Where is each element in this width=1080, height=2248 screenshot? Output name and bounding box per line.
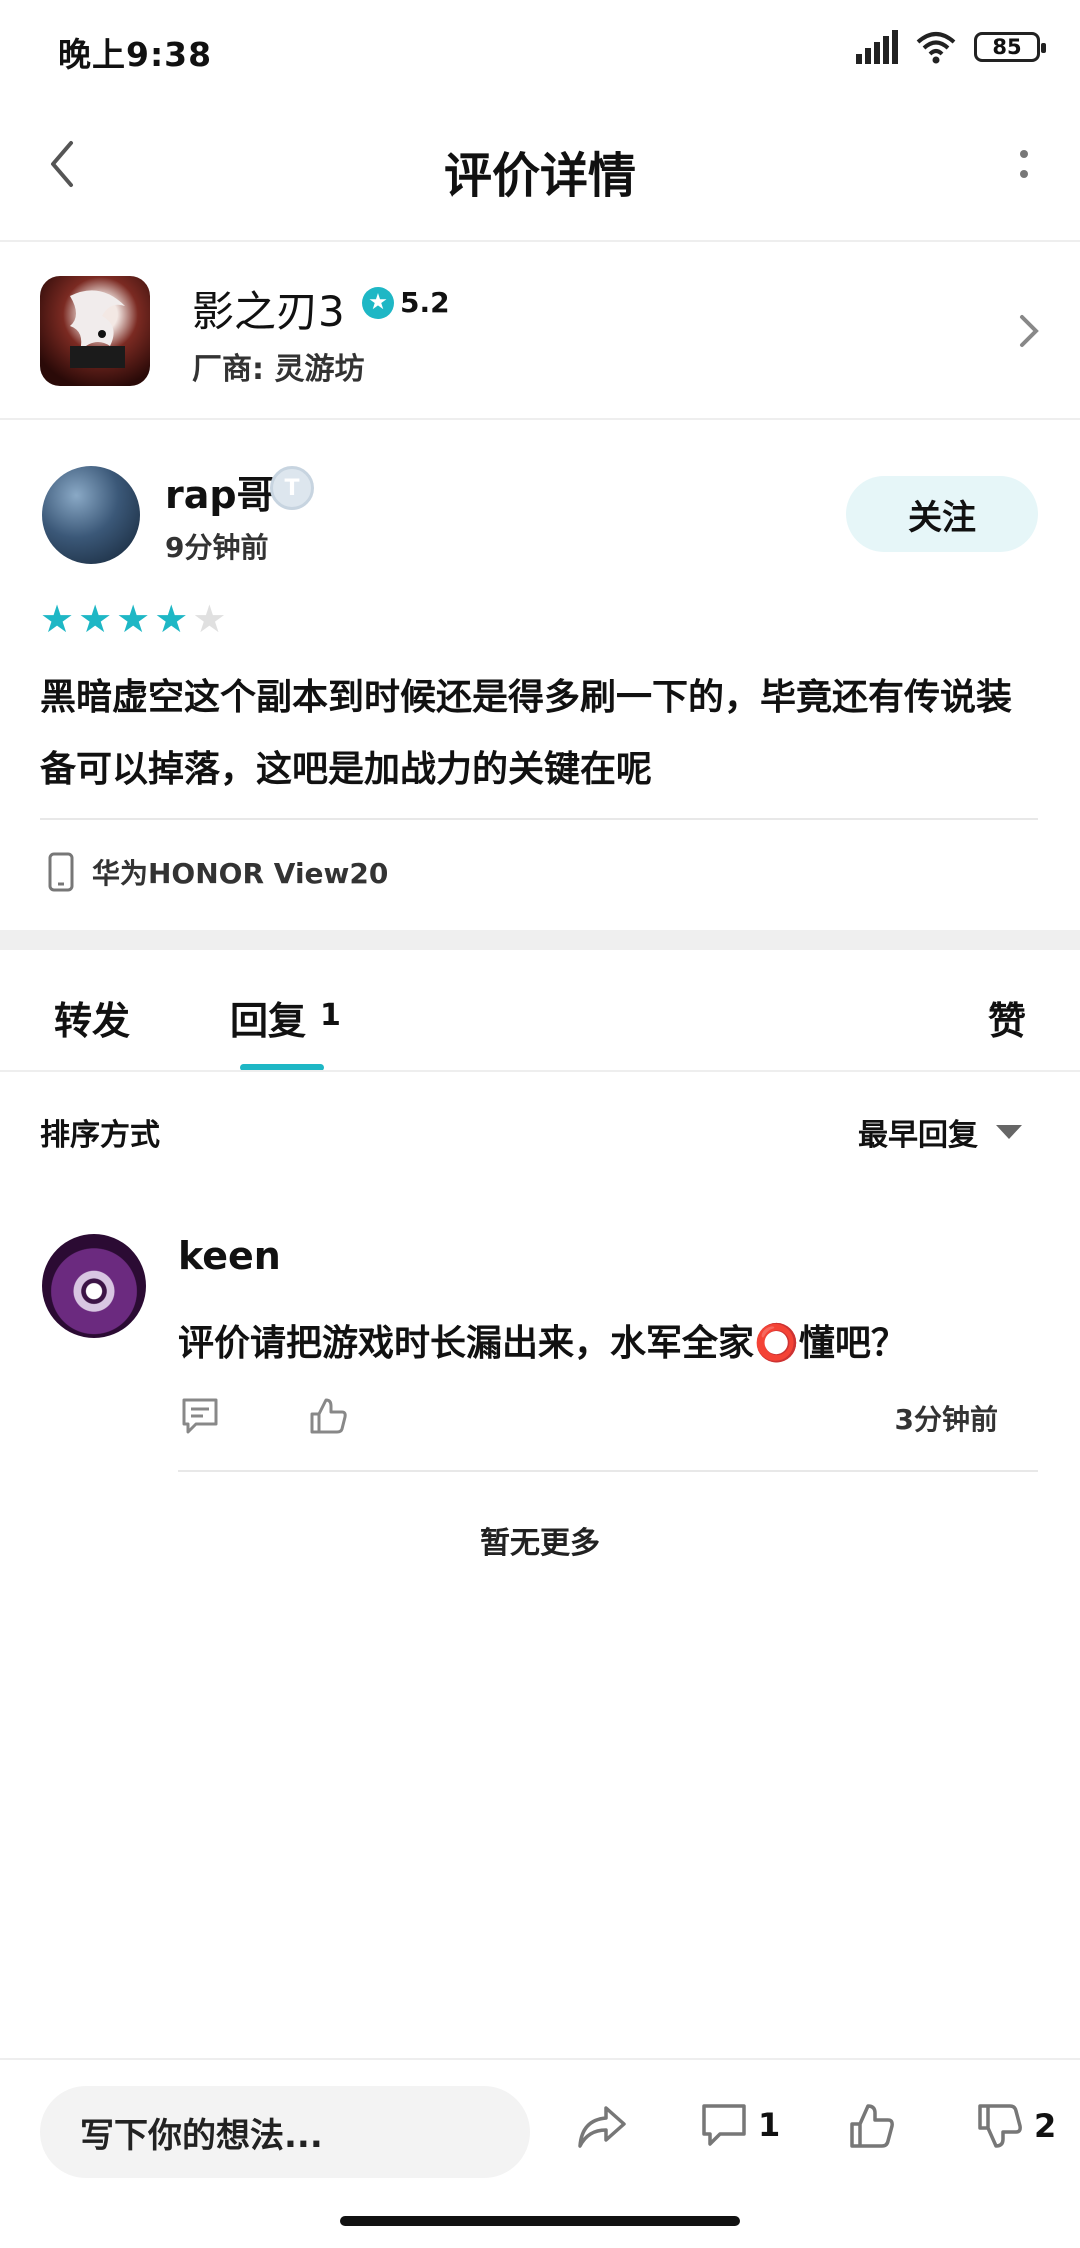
share-button[interactable] — [574, 2102, 628, 2152]
share-icon — [578, 2106, 626, 2148]
more-options-button[interactable] — [994, 134, 1054, 194]
review-text: 黑暗虚空这个副本到时候还是得多刷一下的，毕竟还有传说装备可以掉落，这吧是加战力的… — [40, 677, 1013, 790]
thumbs-down-icon — [978, 2104, 1022, 2148]
star-filled-icon: ★ — [116, 597, 151, 641]
dislike-button[interactable]: 2 — [976, 2102, 1056, 2150]
chevron-down-icon — [996, 1125, 1022, 1139]
rating-value: 5.2 — [400, 286, 450, 319]
device-label: 华为HONOR View20 — [92, 857, 389, 890]
page-title: 评价详情 — [443, 148, 636, 204]
bottom-action-bar: 写下你的想法... 1 2 — [0, 2058, 1080, 2208]
tab-reply-count: 1 — [320, 998, 341, 1033]
dislike-count: 2 — [1034, 2107, 1057, 2145]
reply-time: 3分钟前 — [894, 1403, 998, 1436]
star-rating: ★ ★ ★ ★ ★ — [40, 600, 226, 638]
tab-reply[interactable]: 回复 — [230, 990, 306, 1045]
star-filled-icon: ★ — [78, 597, 113, 641]
no-more-text: 暂无更多 — [480, 1526, 600, 1561]
phone-icon — [48, 852, 74, 892]
app-header: 评价详情 — [0, 100, 1080, 242]
divider — [0, 1070, 1080, 1072]
comment-icon — [702, 2104, 746, 2146]
sort-dropdown[interactable]: 最早回复 — [858, 1110, 1022, 1154]
chevron-right-icon — [1004, 306, 1054, 356]
star-icon: ★ — [362, 286, 394, 319]
like-button[interactable] — [848, 2102, 896, 2150]
game-vendor: 厂商: 灵游坊 — [192, 352, 365, 387]
thumbs-up-icon — [850, 2104, 894, 2148]
star-filled-icon: ★ — [40, 597, 75, 641]
sort-label: 排序方式 — [40, 1118, 160, 1153]
section-separator — [0, 930, 1080, 950]
thumbs-up-icon[interactable] — [306, 1394, 350, 1438]
review-username[interactable]: rap哥 — [165, 464, 275, 519]
star-filled-icon: ★ — [154, 597, 189, 641]
status-time: 晚上9:38 — [58, 35, 213, 74]
game-card[interactable]: 影之刃3 ★ 5.2 厂商: 灵游坊 — [0, 244, 1080, 420]
reply-text: 评价请把游戏时长漏出来，水军全家⭕懂吧？ — [178, 1323, 907, 1364]
wifi-icon — [916, 32, 956, 64]
battery-icon: 85 — [974, 32, 1046, 62]
comment-count: 1 — [758, 2106, 781, 2144]
status-icons: 85 — [856, 30, 1046, 64]
battery-level: 85 — [992, 35, 1022, 59]
tab-forward[interactable]: 转发 — [54, 990, 130, 1045]
follow-button[interactable]: 关注 — [846, 476, 1038, 552]
level-badge: T — [270, 466, 314, 510]
reply-username[interactable]: keen — [178, 1234, 281, 1278]
comment-count-button[interactable]: 1 — [700, 2102, 780, 2148]
game-icon — [40, 276, 150, 386]
comment-input[interactable]: 写下你的想法... — [40, 2086, 530, 2178]
game-name: 影之刃3 — [192, 287, 345, 336]
star-empty-icon: ★ — [192, 597, 227, 641]
reply-actions — [178, 1394, 350, 1438]
signal-icon — [856, 30, 898, 64]
tab-like[interactable]: 赞 — [988, 990, 1026, 1045]
comment-icon[interactable] — [178, 1394, 222, 1438]
game-rating: ★ 5.2 — [362, 286, 450, 319]
home-indicator[interactable] — [340, 2216, 740, 2226]
divider — [178, 1470, 1038, 1472]
avatar[interactable] — [42, 1234, 146, 1338]
review-time: 9分钟前 — [165, 531, 269, 564]
device-info: 华为HONOR View20 — [48, 852, 388, 892]
sort-value: 最早回复 — [858, 1118, 978, 1153]
divider — [40, 818, 1038, 820]
avatar[interactable] — [42, 466, 140, 564]
